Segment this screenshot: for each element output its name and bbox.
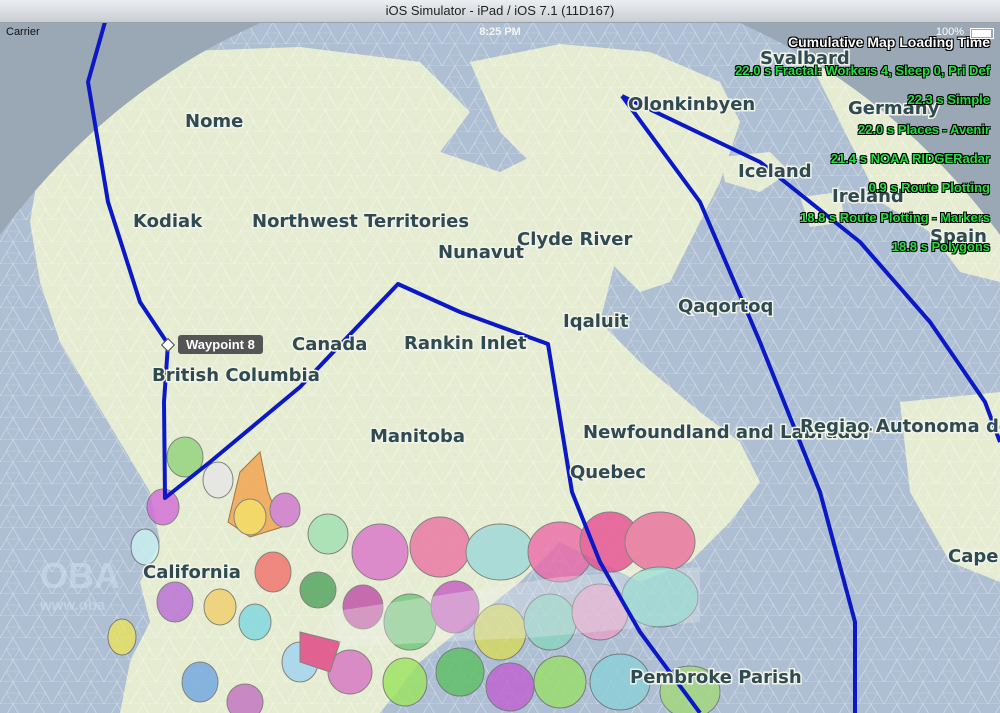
label-qaqortoq: Qaqortoq [678, 296, 773, 317]
timing-row: 22.0 s Fractal: Workers 4, Sleep 0, Pri … [735, 63, 990, 78]
label-cape: Cape [948, 546, 998, 567]
timing-row: 22.3 s Simple [907, 92, 990, 107]
label-iceland: Iceland [738, 161, 812, 182]
timing-row: 18.8 s Route Plotting - Markers [800, 210, 990, 225]
label-quebec: Quebec [570, 462, 646, 483]
label-olonkinbyen: Olonkinbyen [628, 94, 755, 115]
status-time: 8:25 PM [479, 26, 521, 38]
battery-icon [970, 28, 994, 39]
battery-percent: 100% [935, 26, 964, 38]
label-pembroke-parish: Pembroke Parish [630, 667, 802, 688]
ios-status-bar: Carrier 8:25 PM 100% [0, 22, 1000, 42]
timing-row: 18.8 s Polygons [891, 239, 990, 254]
timing-row: 21.4 s NOAA RIDGERadar [830, 151, 990, 166]
label-california: California [143, 562, 241, 583]
window-title: iOS Simulator - iPad / iOS 7.1 (11D167) [0, 0, 1000, 23]
timing-row: 22.0 s Places - Avenir [857, 122, 990, 137]
label-manitoba: Manitoba [370, 426, 465, 447]
watermark-logo: OBA www.oba [40, 555, 120, 614]
waypoint-callout: Waypoint 8 [178, 335, 263, 354]
watermark-text: OBA [40, 555, 120, 596]
label-british-columbia: British Columbia [152, 365, 320, 386]
watermark-url: www.oba [40, 597, 106, 614]
label-rankin-inlet: Rankin Inlet [404, 333, 527, 354]
label-kodiak: Kodiak [133, 211, 203, 232]
label-nome: Nome [185, 111, 243, 132]
label-clyde-river: Clyde River [517, 229, 632, 250]
label-northwest-territories: Northwest Territories [252, 211, 469, 232]
simulator-screen: iOS Simulator - iPad / iOS 7.1 (11D167) … [0, 0, 1000, 713]
label-canada: Canada [292, 334, 367, 355]
label-nunavut: Nunavut [438, 242, 524, 263]
timing-row: 0.9 s Route Plotting [868, 180, 990, 195]
label-iqaluit: Iqaluit [563, 311, 629, 332]
label-regiao: Regiao Autonoma do [800, 416, 1000, 437]
globe-map[interactable]: Svalbard Nome Olonkinbyen Germany Icelan… [0, 22, 1000, 713]
